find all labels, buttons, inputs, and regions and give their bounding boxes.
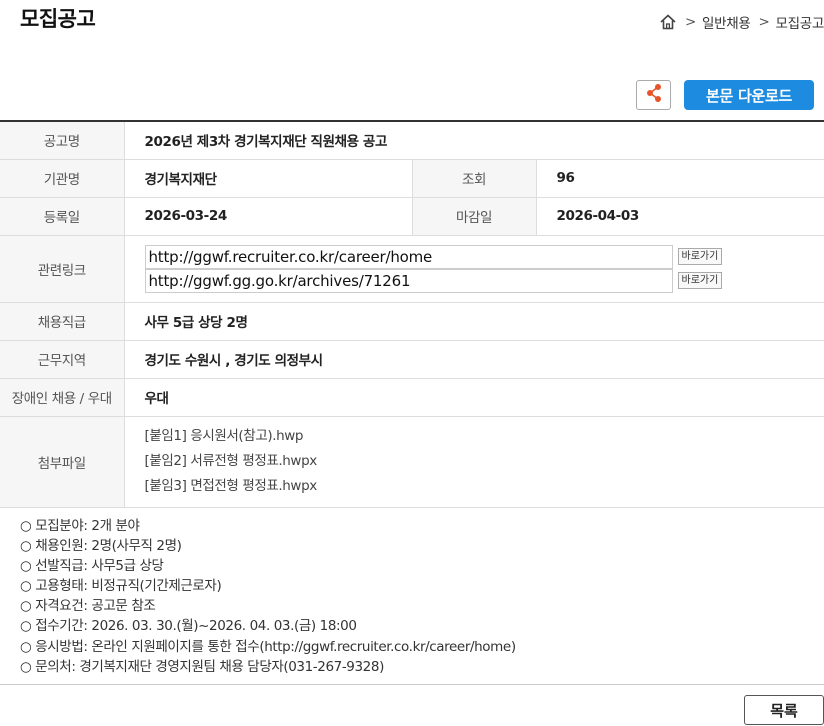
share-icon (645, 83, 663, 107)
reg-date-value: 2026-03-24 (124, 197, 413, 236)
table-row: 첨부파일 [붙임1] 응시원서(참고).hwp [붙임2] 서류전형 평정표.h… (0, 416, 824, 508)
links-cell: http://ggwf.recruiter.co.kr/career/home … (124, 235, 824, 303)
deadline-label: 마감일 (412, 197, 537, 236)
list-button[interactable]: 목록 (744, 695, 824, 725)
breadcrumb-separator: > (685, 14, 697, 30)
summary-line: ○ 모집분야: 2개 분야 (20, 518, 140, 534)
home-icon[interactable] (659, 13, 677, 31)
views-label: 조회 (412, 159, 537, 198)
views-value: 96 (536, 159, 824, 198)
table-row: 장애인 채용 / 우대 우대 (0, 378, 824, 417)
summary-line: ○ 자격요건: 공고문 참조 (20, 598, 156, 615)
summary-line: ○ 채용인원: 2명(사무직 2명) (20, 538, 182, 555)
position-label: 채용직급 (0, 302, 125, 341)
attachment-link[interactable]: [붙임2] 서류전형 평정표.hwpx (145, 449, 824, 474)
link-url-field[interactable]: http://ggwf.gg.go.kr/archives/71261 (144, 268, 673, 293)
table-row: 기관명 경기복지재단 조회 96 (0, 159, 824, 198)
divider (0, 684, 824, 685)
attachment-link[interactable]: [붙임3] 면접전형 평정표.hwpx (145, 474, 824, 499)
download-button[interactable]: 본문 다운로드 (684, 80, 814, 110)
summary-line: ○ 고용형태: 비정규직(기간제근로자) (20, 578, 222, 595)
summary-line: ○ 접수기간: 2026. 03. 30.(월)~2026. 04. 03.(금… (20, 618, 357, 635)
summary-line: ○ 선발직급: 사무5급 상당 (20, 558, 164, 575)
breadcrumb-separator: > (758, 14, 770, 30)
go-link-button[interactable]: 바로가기 (677, 248, 723, 265)
table-row: 공고명 2026년 제3차 경기복지재단 직원채용 공고 (0, 121, 824, 160)
table-row: 채용직급 사무 5급 상당 2명 (0, 302, 824, 341)
deadline-value: 2026-04-03 (536, 197, 824, 236)
links-label: 관련링크 (0, 235, 125, 303)
notice-summary: ○ 모집분야: 2개 분야 ○ 채용인원: 2명(사무직 2명) ○ 선발직급:… (20, 516, 516, 677)
org-label: 기관명 (0, 159, 125, 198)
files-cell: [붙임1] 응시원서(참고).hwp [붙임2] 서류전형 평정표.hwpx [… (124, 416, 824, 508)
page-title: 모집공고 (20, 7, 96, 31)
reg-date-label: 등록일 (0, 197, 125, 236)
region-value: 경기도 수원시 , 경기도 의정부시 (124, 340, 824, 379)
disability-value: 우대 (124, 378, 824, 417)
table-row: 등록일 2026-03-24 마감일 2026-04-03 (0, 197, 824, 236)
notice-info-table: 공고명 2026년 제3차 경기복지재단 직원채용 공고 기관명 경기복지재단 … (0, 120, 824, 508)
disability-label: 장애인 채용 / 우대 (0, 378, 125, 417)
share-button[interactable] (636, 80, 671, 110)
summary-line: ○ 응시방법: 온라인 지원페이지를 통한 접수(http://ggwf.rec… (20, 638, 516, 655)
breadcrumb: > 일반채용 > 모집공고 (659, 12, 824, 32)
title-label: 공고명 (0, 121, 125, 160)
files-label: 첨부파일 (0, 416, 125, 508)
link-url-field[interactable]: http://ggwf.recruiter.co.kr/career/home (144, 244, 673, 269)
region-label: 근무지역 (0, 340, 125, 379)
position-value: 사무 5급 상당 2명 (124, 302, 824, 341)
link-row: http://ggwf.gg.go.kr/archives/71261 바로가기 (144, 268, 824, 293)
go-link-button[interactable]: 바로가기 (677, 272, 723, 289)
attachment-link[interactable]: [붙임1] 응시원서(참고).hwp (145, 424, 824, 449)
table-row: 관련링크 http://ggwf.recruiter.co.kr/career/… (0, 235, 824, 303)
title-value: 2026년 제3차 경기복지재단 직원채용 공고 (124, 121, 824, 160)
summary-line: ○ 문의처: 경기복지재단 경영지원팀 채용 담당자(031-267-9328) (20, 658, 384, 675)
table-row: 근무지역 경기도 수원시 , 경기도 의정부시 (0, 340, 824, 379)
org-value: 경기복지재단 (124, 159, 413, 198)
breadcrumb-item-general[interactable]: 일반채용 (702, 12, 751, 32)
breadcrumb-item-notice[interactable]: 모집공고 (776, 12, 824, 32)
link-row: http://ggwf.recruiter.co.kr/career/home … (144, 244, 824, 269)
